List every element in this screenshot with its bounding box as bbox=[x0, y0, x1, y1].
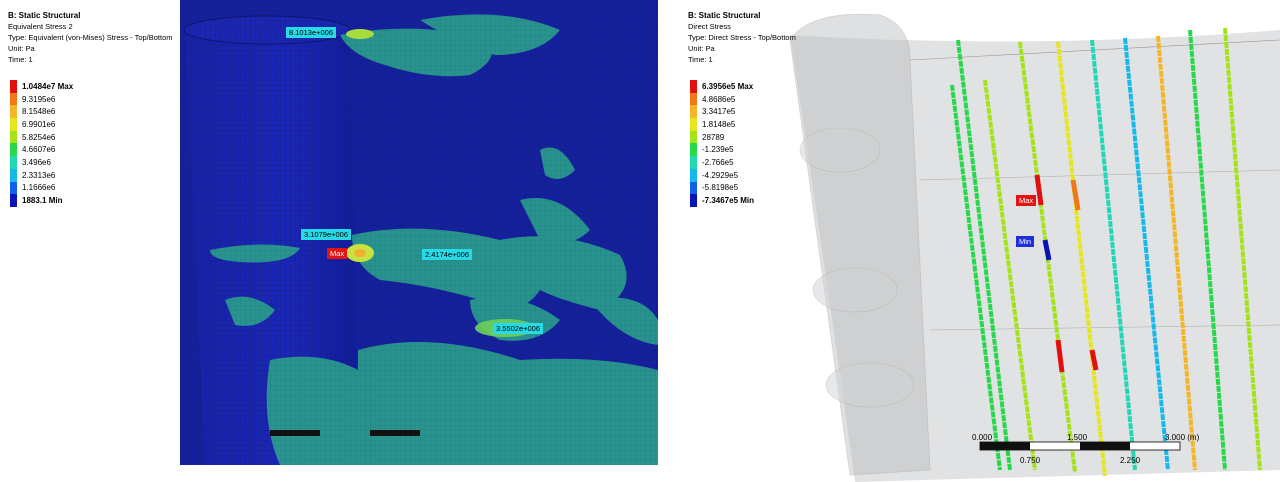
legend-value: 5.8254e6 bbox=[22, 132, 56, 142]
legend-row: -7.3467e5 Min bbox=[690, 194, 754, 207]
legend-row: 6.9901e6 bbox=[10, 118, 73, 131]
legend-value: 1883.1 Min bbox=[22, 196, 63, 206]
legend-value: 8.1548e6 bbox=[22, 107, 56, 117]
legend-swatch bbox=[690, 194, 697, 207]
probe-label[interactable]: 3.5502e+006 bbox=[493, 323, 544, 334]
legend-row: -1.239e5 bbox=[690, 143, 754, 157]
legend-row: 4.6607e6 bbox=[10, 143, 73, 157]
legend-value: 1.1666e6 bbox=[22, 183, 56, 193]
legend-swatch bbox=[10, 181, 17, 195]
probe-label[interactable]: 2.4174e+006 bbox=[422, 249, 473, 260]
analysis-title: B: Static Structural bbox=[688, 11, 761, 20]
analysis-title: B: Static Structural bbox=[8, 11, 81, 20]
legend-value: 1.8148e5 bbox=[702, 119, 736, 129]
legend-row: 3.496e6 bbox=[10, 156, 73, 169]
legend-value: 28789 bbox=[702, 132, 725, 142]
beam-viewport[interactable] bbox=[680, 0, 1288, 482]
scale-label: 0.000 bbox=[972, 433, 993, 442]
color-legend[interactable]: 1.0484e7 Max 9.3195e6 8.1548e6 6.9901e6 … bbox=[10, 80, 73, 207]
legend-swatch bbox=[690, 156, 697, 169]
legend-swatch bbox=[690, 105, 697, 119]
legend-row: -5.8198e5 bbox=[690, 181, 754, 195]
legend-swatch bbox=[10, 168, 17, 182]
legend-row: 2.3313e6 bbox=[10, 168, 73, 182]
result-header: B: Static Structural Equivalent Stress 2… bbox=[8, 10, 173, 65]
legend-swatch bbox=[10, 143, 17, 157]
legend-swatch bbox=[10, 130, 17, 144]
result-header: B: Static Structural Direct Stress Type:… bbox=[688, 10, 796, 65]
legend-row: -2.766e5 bbox=[690, 156, 754, 169]
legend-value: -2.766e5 bbox=[702, 157, 734, 167]
legend-row: 28789 bbox=[690, 130, 754, 144]
result-unit: Unit: Pa bbox=[8, 44, 35, 53]
legend-row: 5.8254e6 bbox=[10, 130, 73, 144]
legend-row: 1883.1 Min bbox=[10, 194, 73, 207]
legend-swatch bbox=[10, 92, 17, 106]
legend-value: 2.3313e6 bbox=[22, 170, 56, 180]
result-name: Equivalent Stress 2 bbox=[8, 22, 73, 31]
legend-swatch bbox=[690, 80, 697, 93]
legend-value: 1.0484e7 Max bbox=[22, 81, 74, 91]
legend-row: 3.3417e5 bbox=[690, 105, 754, 119]
legend-swatch bbox=[10, 194, 17, 207]
color-legend[interactable]: 6.3956e5 Max 4.8686e5 3.3417e5 1.8148e5 … bbox=[690, 80, 754, 207]
legend-swatch bbox=[10, 105, 17, 119]
result-type: Type: Equivalent (von-Mises) Stress - To… bbox=[8, 33, 173, 42]
legend-row: 9.3195e6 bbox=[10, 92, 73, 106]
result-time: Time: 1 bbox=[8, 55, 33, 64]
legend-row: -4.2929e5 bbox=[690, 168, 754, 182]
legend-value: -1.239e5 bbox=[702, 145, 734, 155]
probe-label[interactable]: 8.1013e+006 bbox=[286, 27, 337, 38]
legend-swatch bbox=[690, 130, 697, 144]
legend-swatch bbox=[690, 143, 697, 157]
legend-row: 1.0484e7 Max bbox=[10, 80, 73, 93]
max-marker[interactable]: Max bbox=[327, 248, 348, 259]
legend-swatch bbox=[10, 80, 17, 93]
result-name: Direct Stress bbox=[688, 22, 731, 31]
legend-row: 4.8686e5 bbox=[690, 92, 754, 106]
legend-value: 6.9901e6 bbox=[22, 119, 56, 129]
direct-stress-view[interactable]: B: Static Structural Direct Stress Type:… bbox=[680, 0, 1288, 482]
legend-swatch bbox=[690, 92, 697, 106]
result-time: Time: 1 bbox=[688, 55, 713, 64]
legend-value: 6.3956e5 Max bbox=[702, 81, 754, 91]
scale-label: 0.750 bbox=[1020, 456, 1041, 465]
result-type: Type: Direct Stress - Top/Bottom bbox=[688, 33, 796, 42]
legend-value: 3.3417e5 bbox=[702, 107, 736, 117]
equivalent-stress-view[interactable]: B: Static Structural Equivalent Stress 2… bbox=[0, 0, 660, 482]
min-marker[interactable]: Min bbox=[1016, 236, 1035, 247]
legend-value: 3.496e6 bbox=[22, 157, 51, 167]
legend-row: 1.8148e5 bbox=[690, 118, 754, 131]
legend-row: 1.1666e6 bbox=[10, 181, 73, 195]
legend-value: -4.2929e5 bbox=[702, 170, 739, 180]
scale-label: 3.000 (m) bbox=[1165, 433, 1200, 442]
result-unit: Unit: Pa bbox=[688, 44, 715, 53]
legend-row: 6.3956e5 Max bbox=[690, 80, 754, 93]
legend-swatch bbox=[690, 181, 697, 195]
mesh-viewport[interactable] bbox=[0, 0, 660, 482]
scale-label: 2.250 bbox=[1120, 456, 1141, 465]
legend-value: -5.8198e5 bbox=[702, 183, 739, 193]
legend-swatch bbox=[690, 168, 697, 182]
legend-value: 9.3195e6 bbox=[22, 94, 56, 104]
probe-label[interactable]: 3.1079e+006 bbox=[301, 229, 352, 240]
max-marker[interactable]: Max bbox=[1016, 195, 1037, 206]
legend-swatch bbox=[690, 118, 697, 131]
legend-row: 8.1548e6 bbox=[10, 105, 73, 119]
legend-value: 4.8686e5 bbox=[702, 94, 736, 104]
legend-value: 4.6607e6 bbox=[22, 145, 56, 155]
legend-swatch bbox=[10, 156, 17, 169]
scale-label: 1.500 bbox=[1067, 433, 1088, 442]
legend-swatch bbox=[10, 118, 17, 131]
legend-value: -7.3467e5 Min bbox=[702, 196, 755, 206]
